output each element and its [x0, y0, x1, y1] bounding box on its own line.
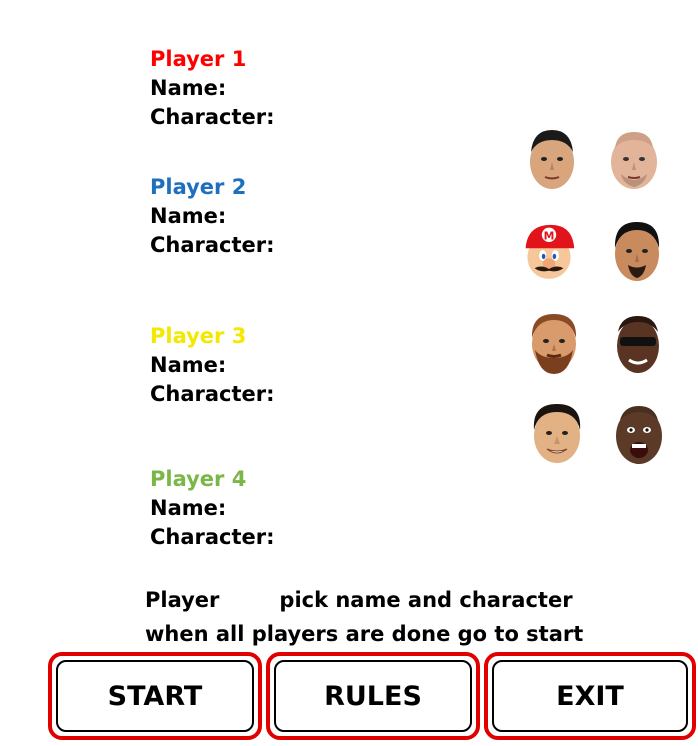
rules-button[interactable]: RULES — [266, 652, 480, 740]
character-portrait-2-icon[interactable] — [607, 126, 661, 192]
player-4-character-label[interactable]: Character: — [150, 523, 275, 552]
instructions-player-prefix: Player — [145, 588, 220, 612]
start-button-label: START — [107, 680, 203, 712]
exit-button-label: EXIT — [556, 680, 624, 712]
character-portrait-4-icon[interactable] — [610, 218, 664, 284]
start-button[interactable]: START — [48, 652, 262, 740]
player-3-name-label[interactable]: Name: — [150, 351, 275, 380]
instructions: Player pick name and character when all p… — [145, 583, 583, 651]
instructions-line-2: when all players are done go to start — [145, 622, 584, 646]
player-2-name-label[interactable]: Name: — [150, 202, 275, 231]
player-3-title: Player 3 — [150, 324, 247, 348]
instructions-line-1: Player pick name and character — [145, 583, 583, 617]
svg-text:M: M — [544, 229, 555, 242]
character-portrait-8-icon[interactable] — [612, 400, 666, 466]
player-4-panel: Player 4 Name: Character: — [150, 465, 275, 552]
character-portrait-5-icon[interactable] — [527, 310, 581, 376]
player-1-panel: Player 1 Name: Character: — [150, 45, 275, 132]
player-2-title: Player 2 — [150, 175, 247, 199]
player-1-name-label[interactable]: Name: — [150, 74, 275, 103]
player-1-title: Player 1 — [150, 47, 247, 71]
character-portrait-1-icon[interactable] — [525, 126, 579, 192]
player-2-panel: Player 2 Name: Character: — [150, 173, 275, 260]
character-portrait-6-icon[interactable] — [611, 310, 665, 376]
player-2-character-label[interactable]: Character: — [150, 231, 275, 260]
instructions-line-1-suffix: pick name and character — [279, 588, 573, 612]
player-3-character-label[interactable]: Character: — [150, 380, 275, 409]
player-4-name-label[interactable]: Name: — [150, 494, 275, 523]
player-3-panel: Player 3 Name: Character: — [150, 322, 275, 409]
character-portrait-7-icon[interactable] — [530, 400, 584, 466]
player-1-character-label[interactable]: Character: — [150, 103, 275, 132]
rules-button-label: RULES — [324, 680, 422, 712]
exit-button[interactable]: EXIT — [484, 652, 696, 740]
player-4-title: Player 4 — [150, 467, 247, 491]
character-mario-icon[interactable]: M — [522, 218, 576, 284]
